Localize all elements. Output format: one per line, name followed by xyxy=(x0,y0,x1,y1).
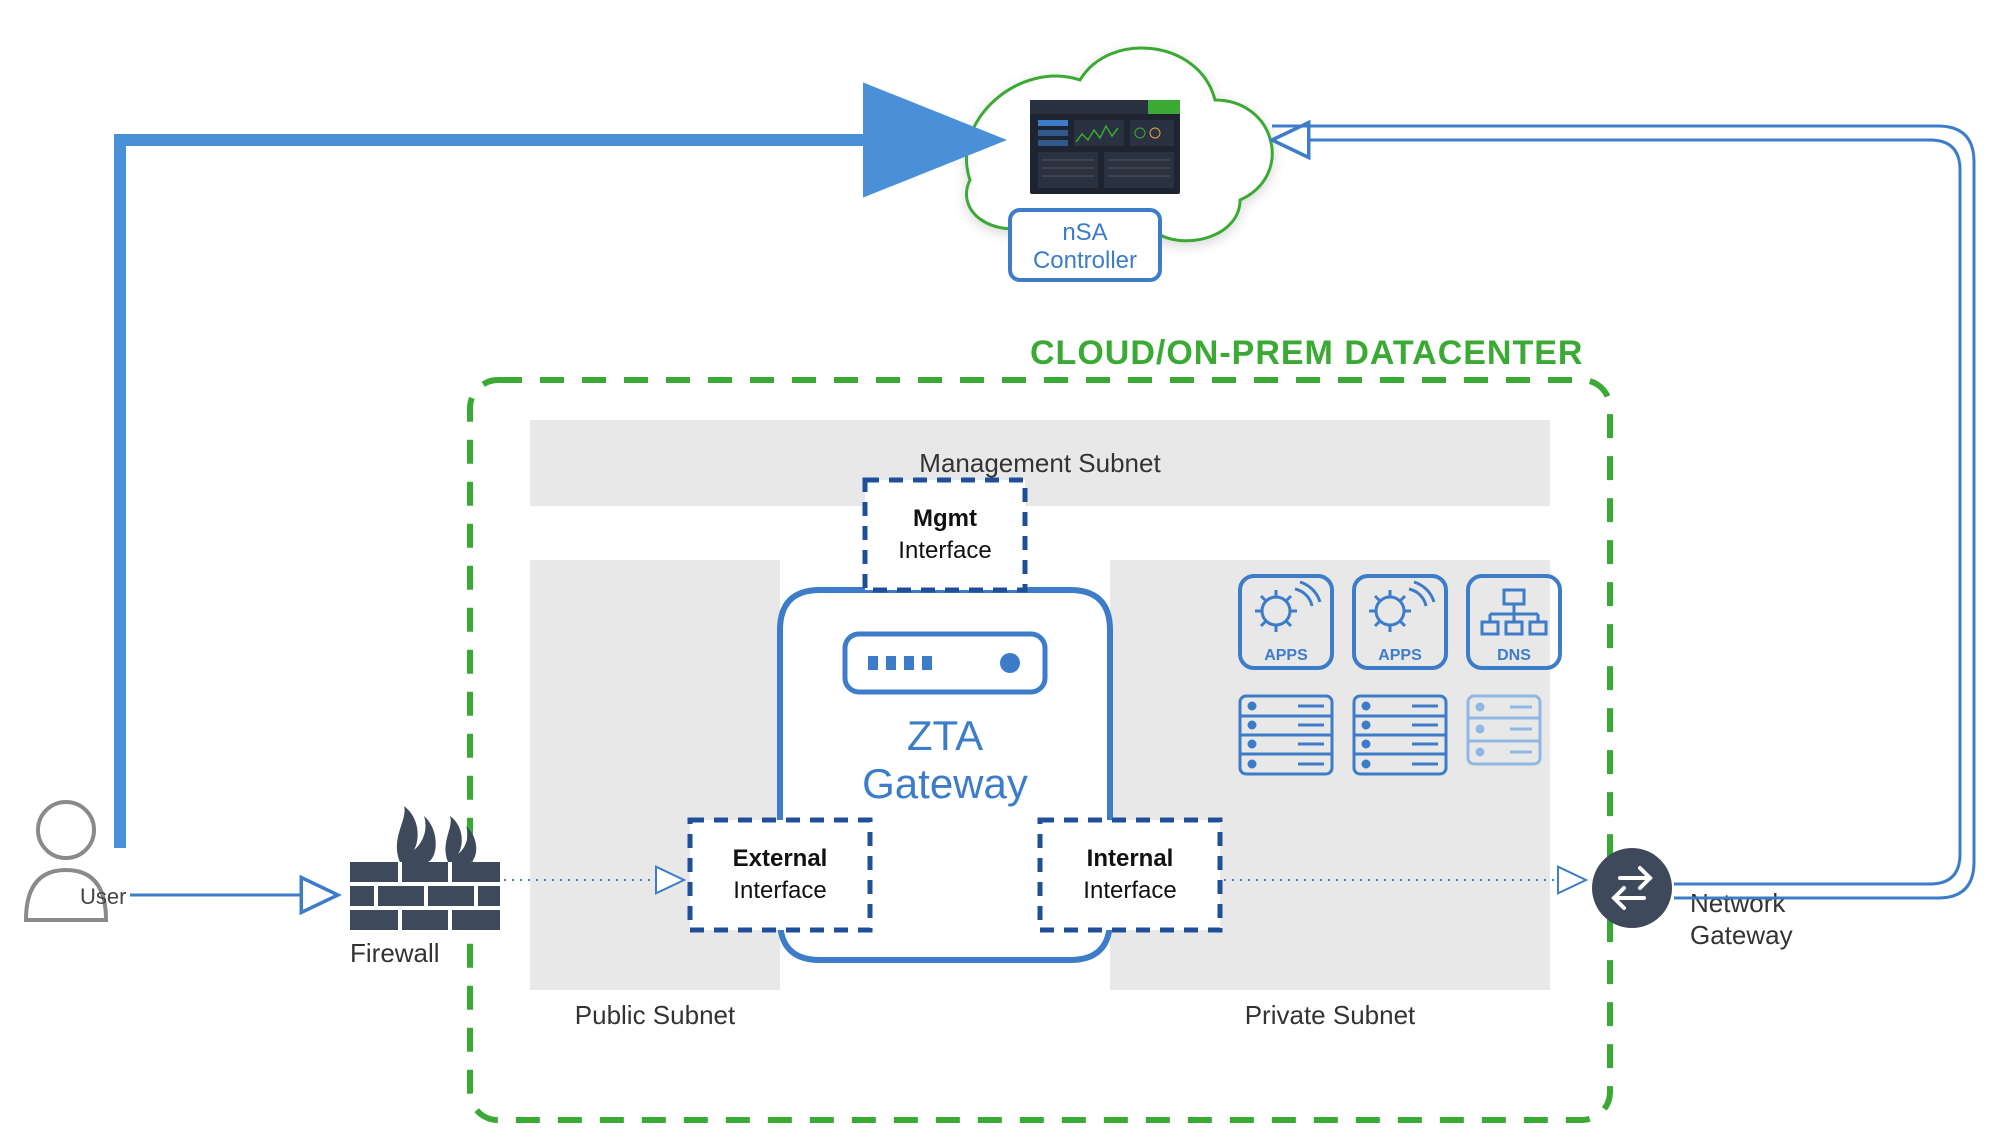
controller-label-line2: Controller xyxy=(1033,247,1137,274)
user-label: User xyxy=(80,884,126,909)
private-subnet-label: Private Subnet xyxy=(1245,1000,1416,1030)
external-interface-box xyxy=(690,820,870,930)
datacenter-title: CLOUD/ON-PREM DATACENTER xyxy=(1030,334,1584,372)
network-gateway-icon xyxy=(1592,848,1672,928)
firewall-label: Firewall xyxy=(350,938,440,968)
svg-text:APPS: APPS xyxy=(1378,647,1422,664)
internal-interface-plain: Interface xyxy=(1083,877,1176,904)
controller-label-line1: nSA xyxy=(1062,219,1107,246)
firewall-icon xyxy=(350,806,500,930)
external-interface-plain: Interface xyxy=(733,877,826,904)
external-interface-bold: External xyxy=(733,845,828,872)
svg-text:DNS: DNS xyxy=(1497,647,1531,664)
internal-interface-bold: Internal xyxy=(1087,845,1174,872)
zta-gateway-title-line1: ZTA xyxy=(907,712,983,759)
internal-interface-box xyxy=(1040,820,1220,930)
zta-gateway-title-line2: Gateway xyxy=(862,760,1028,807)
public-subnet-label: Public Subnet xyxy=(575,1000,736,1030)
network-gateway-label-line1: Network xyxy=(1690,888,1786,918)
dashboard-thumbnail xyxy=(1030,100,1180,194)
mgmt-interface-box xyxy=(865,480,1025,590)
svg-text:APPS: APPS xyxy=(1264,647,1308,664)
mgmt-interface-plain: Interface xyxy=(898,537,991,564)
mgmt-interface-bold: Mgmt xyxy=(913,505,977,532)
diagram-canvas: CLOUD/ON-PREM DATACENTER Management Subn… xyxy=(0,0,1996,1148)
network-gateway-label-line2: Gateway xyxy=(1690,920,1793,950)
management-subnet-label: Management Subnet xyxy=(919,448,1161,478)
